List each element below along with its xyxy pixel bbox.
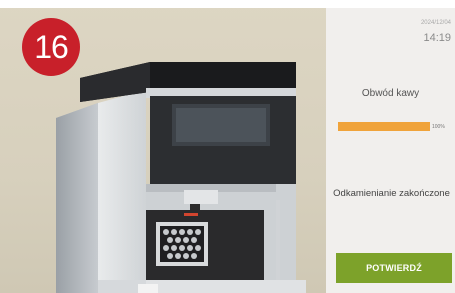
descaling-status-message: Odkamienianie zakończone [333,188,450,199]
progress-fill [338,122,430,131]
coffee-circuit-progress-bar [338,122,430,131]
clock-display: 14:19 [423,32,451,44]
confirm-button[interactable]: POTWIERDŹ [336,253,452,283]
status-panel: 2024/12/04 14:19 Obwód kawy 100% Odkamie… [326,8,455,293]
progress-percent: 100% [432,124,445,130]
screen-bezel [0,0,455,8]
step-number-badge: 16 [22,18,80,76]
machine-illustration: 16 [0,0,330,293]
coffee-circuit-title: Obwód kawy [361,88,420,99]
date-display: 2024/12/04 [420,20,451,26]
